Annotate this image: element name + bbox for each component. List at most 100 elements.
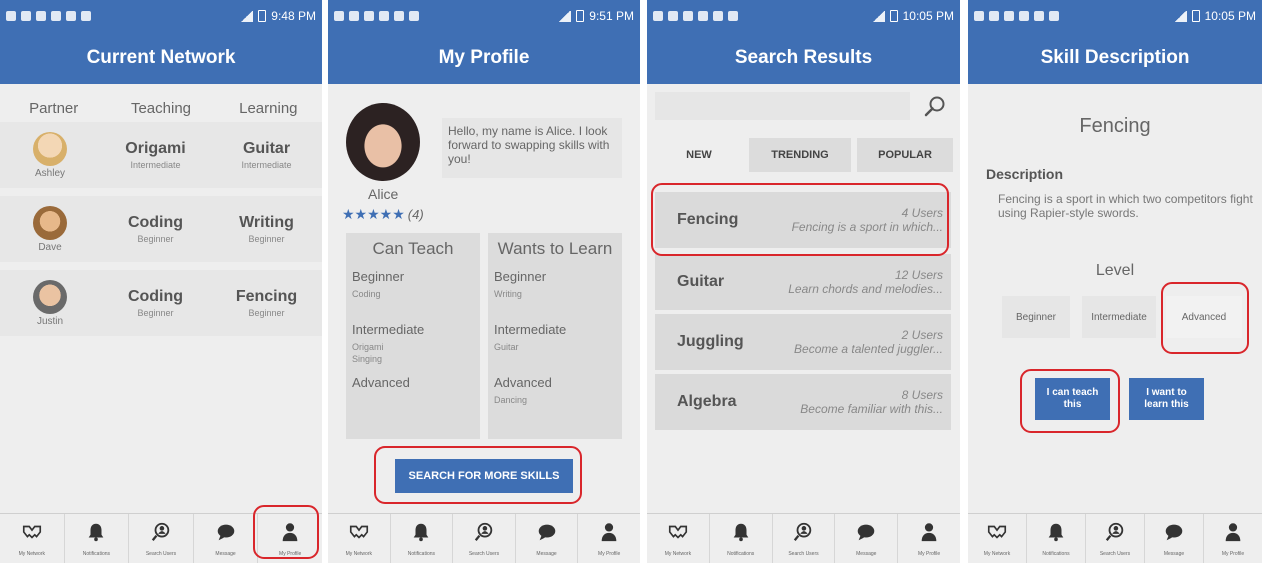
nav-label: Notifications: [1042, 550, 1070, 557]
nav-label: My Profile: [598, 550, 621, 557]
status-bar: 10:05 PM: [968, 0, 1262, 32]
level-option-beginner[interactable]: Beginner: [1002, 296, 1070, 338]
nav-item-bell[interactable]: Notifications: [391, 514, 454, 563]
nav-item-bell[interactable]: Notifications: [710, 514, 773, 563]
battery-icon: [889, 10, 898, 22]
result-user-count: 4 Users: [901, 206, 943, 220]
nav-item-search-users[interactable]: Search Users: [773, 514, 836, 563]
level-option-advanced[interactable]: Advanced: [1166, 296, 1242, 338]
nav-label: Search Users: [1099, 550, 1131, 557]
learning-level: Beginner: [248, 308, 285, 318]
notification-icon: [409, 11, 419, 21]
network-table-header: Partner Teaching Learning: [0, 100, 322, 117]
notification-icon: [653, 11, 663, 21]
signal-icon: [240, 10, 254, 22]
wifi-icon: [698, 11, 708, 21]
signal-icon: [1173, 10, 1187, 22]
bell-icon: [730, 521, 752, 548]
level-option-intermediate[interactable]: Intermediate: [1082, 296, 1156, 338]
nav-item-profile[interactable]: My Profile: [898, 514, 960, 563]
tab-trending[interactable]: TRENDING: [749, 138, 851, 172]
profile-avatar[interactable]: [346, 103, 420, 181]
result-description: Become a talented juggler...: [794, 342, 943, 356]
nav-label: My Network: [345, 550, 372, 557]
nav-item-bell[interactable]: Notifications: [65, 514, 130, 563]
teaching-skill: Origami: [125, 140, 186, 157]
nav-item-search-users[interactable]: Search Users: [129, 514, 194, 563]
result-skill-name: Fencing: [677, 211, 739, 228]
notification-icon: [66, 11, 76, 21]
learn-this-button[interactable]: I want to learn this: [1129, 378, 1204, 420]
teaching-level: Beginner: [137, 234, 174, 244]
level-items: Origami Singing: [352, 342, 384, 364]
nav-item-network[interactable]: My Network: [647, 514, 710, 563]
nav-label: Notifications: [407, 550, 435, 557]
nav-item-message[interactable]: Message: [835, 514, 899, 563]
nav-item-profile[interactable]: My Profile: [1204, 514, 1262, 563]
bell-icon: [410, 521, 432, 548]
nav-item-search-users[interactable]: Search Users: [453, 514, 516, 563]
nav-item-profile[interactable]: My Profile: [578, 514, 640, 563]
search-more-skills-button[interactable]: SEARCH FOR MORE SKILLS: [395, 459, 573, 493]
teach-this-button[interactable]: I can teach this: [1035, 378, 1110, 420]
nav-item-search-users[interactable]: Search Users: [1086, 514, 1145, 563]
wants-to-learn-panel: Wants to Learn Beginner Writing Intermed…: [488, 233, 622, 439]
result-item[interactable]: Guitar 12 Users Learn chords and melodies…: [655, 254, 951, 310]
level-label: Advanced: [494, 375, 552, 390]
notification-icon: [1019, 11, 1029, 21]
result-item[interactable]: Juggling 2 Users Become a talented juggle…: [655, 314, 951, 370]
result-skill-name: Algebra: [677, 393, 737, 410]
result-item[interactable]: Fencing 4 Users Fencing is a sport in whi…: [655, 192, 951, 248]
learning-level: Intermediate: [241, 160, 292, 170]
profile-icon: [918, 521, 940, 548]
network-row[interactable]: Justin Coding Beginner Fencing Beginner: [0, 270, 322, 336]
skill-description-screen: 10:05 PM Skill Description Fencing Descr…: [968, 0, 1262, 563]
column-header-teaching: Teaching: [130, 100, 192, 117]
nav-item-profile[interactable]: My Profile: [258, 514, 322, 563]
network-row[interactable]: Dave Coding Beginner Writing Beginner: [0, 196, 322, 262]
learning-skill: Fencing: [235, 288, 298, 305]
nav-item-message[interactable]: Message: [1145, 514, 1204, 563]
notification-icon: [728, 11, 738, 21]
level-items: Writing: [494, 289, 522, 299]
nav-label: Message: [215, 550, 236, 557]
nav-label: My Profile: [1221, 550, 1245, 557]
search-users-icon: [473, 521, 495, 548]
nav-item-network[interactable]: My Network: [0, 514, 65, 563]
can-teach-title: Can Teach: [372, 239, 454, 258]
tab-new[interactable]: NEW: [655, 138, 743, 172]
notification-icon: [364, 11, 374, 21]
nav-item-network[interactable]: My Network: [968, 514, 1027, 563]
notification-icon: [1049, 11, 1059, 21]
search-icon[interactable]: [921, 92, 949, 120]
nav-label: My Network: [664, 550, 692, 557]
page-title: Skill Description: [968, 32, 1262, 84]
nav-label: Search Users: [468, 550, 500, 557]
learning-skill: Writing: [239, 214, 294, 231]
result-item[interactable]: Algebra 8 Users Become familiar with this…: [655, 374, 951, 430]
tab-popular[interactable]: POPULAR: [857, 138, 953, 172]
description-text: Fencing is a sport in which two competit…: [998, 192, 1253, 220]
nav-item-network[interactable]: My Network: [328, 514, 391, 563]
nav-label: My Network: [983, 550, 1011, 557]
battery-icon: [576, 10, 585, 22]
profile-icon: [1222, 521, 1244, 548]
status-bar: 9:51 PM: [328, 0, 640, 32]
network-row[interactable]: Ashley Origami Intermediate Guitar Interme…: [0, 122, 322, 188]
status-time: 9:48 PM: [271, 9, 316, 23]
nav-item-bell[interactable]: Notifications: [1027, 514, 1086, 563]
partner-name: Ashley: [34, 167, 65, 179]
search-users-icon: [1104, 521, 1126, 548]
notification-icon: [334, 11, 344, 21]
network-icon: [986, 521, 1008, 548]
can-teach-panel: Can Teach Beginner Coding Intermediate O…: [346, 233, 480, 439]
level-items: [352, 394, 474, 404]
status-time: 10:05 PM: [902, 9, 954, 23]
search-users-icon: [150, 521, 172, 548]
nav-item-message[interactable]: Message: [194, 514, 259, 563]
search-input[interactable]: [655, 92, 910, 120]
notification-icon: [713, 11, 723, 21]
notification-icon: [989, 11, 999, 21]
nav-item-message[interactable]: Message: [516, 514, 579, 563]
network-icon: [348, 521, 370, 548]
